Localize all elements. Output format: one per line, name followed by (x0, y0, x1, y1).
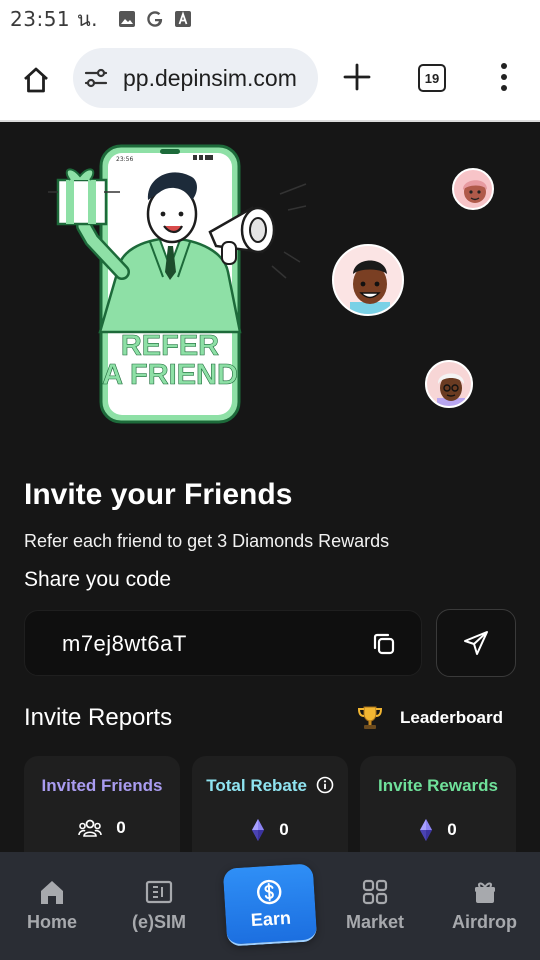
phone-time: 23:56 (116, 156, 133, 163)
nav-label-airdrop: Airdrop (452, 912, 517, 932)
overflow-menu-button[interactable] (494, 60, 514, 94)
menu-dot (501, 85, 507, 91)
copy-icon (373, 633, 395, 655)
address-bar[interactable]: pp.depinsim.com (73, 48, 318, 108)
nav-item-home[interactable]: Home (27, 878, 77, 933)
gift-icon (474, 882, 495, 903)
browser-home-button[interactable] (18, 62, 54, 98)
tab-count: 19 (424, 70, 440, 86)
nav-label-earn: Earn (250, 907, 292, 930)
friend-avatar-2 (332, 244, 404, 316)
refer-banner-line2: A FRIEND (102, 359, 238, 391)
status-icons (118, 10, 192, 28)
total-rebate-label: Total Rebate (192, 776, 348, 796)
grid-icon (362, 879, 388, 905)
invite-rewards-value: 0 (447, 820, 457, 839)
send-icon (464, 631, 488, 655)
people-icon (78, 819, 103, 837)
total-rebate-value: 0 (279, 820, 289, 839)
nav-item-market[interactable]: Market (346, 878, 404, 933)
total-rebate-card: Total Rebate 0 (192, 756, 348, 866)
info-icon[interactable] (316, 776, 334, 794)
google-icon (146, 10, 164, 28)
friend-avatar-3 (425, 360, 473, 408)
invite-reports-title: Invite Reports (24, 704, 173, 731)
share-code-button[interactable] (436, 609, 516, 677)
home-icon (41, 881, 63, 904)
menu-dot (501, 74, 507, 80)
status-bar: 23:51 น. (0, 0, 540, 38)
nav-label-esim: (e)SIM (132, 912, 186, 932)
url-text[interactable]: pp.depinsim.com (123, 65, 297, 92)
refer-illustration: 23:56 REFER A FRIEND (0, 122, 540, 452)
leaderboard-link[interactable]: Leaderboard (356, 705, 503, 731)
referral-code-box: m7ej8wt6aT (24, 610, 422, 676)
trophy-icon (357, 706, 383, 729)
nav-item-esim[interactable]: (e)SIM (132, 878, 186, 933)
invited-friends-label: Invited Friends (41, 776, 163, 795)
home-icon (24, 67, 48, 93)
invite-rewards-label: Invite Rewards (378, 776, 498, 795)
invite-subtitle: Refer each friend to get 3 Diamonds Rewa… (24, 531, 390, 551)
new-tab-button[interactable] (340, 60, 374, 94)
refer-page: 23:56 REFER A FRIEND Invite your Friends… (0, 122, 540, 866)
invite-rewards-card: Invite Rewards 0 (360, 756, 516, 866)
invited-friends-card: Invited Friends 0 (24, 756, 180, 866)
dollar-coin-icon (256, 879, 282, 904)
friend-avatar-1 (452, 168, 494, 210)
bottom-navigation: Home (e)SIM Earn Market Airdrop (0, 852, 540, 960)
copy-code-button[interactable] (371, 631, 397, 657)
refer-banner-line1: REFER (121, 330, 219, 362)
sim-icon (145, 880, 173, 904)
tab-switcher-button[interactable]: 19 (418, 64, 446, 92)
nav-label-market: Market (346, 912, 405, 932)
diamond-icon (420, 819, 433, 841)
translate-icon (174, 10, 192, 28)
diamond-icon (252, 819, 265, 841)
share-code-label: Share you code (24, 568, 172, 591)
nav-item-airdrop[interactable]: Airdrop (452, 878, 517, 933)
new-tab-icon (343, 63, 371, 91)
gallery-icon (118, 10, 136, 28)
status-time: 23:51 น. (10, 7, 99, 31)
leaderboard-label[interactable]: Leaderboard (400, 708, 503, 728)
menu-dot (501, 63, 507, 69)
nav-label-home: Home (27, 912, 78, 932)
site-settings-icon[interactable] (83, 66, 109, 90)
referral-code: m7ej8wt6aT (62, 631, 187, 656)
nav-item-earn[interactable]: Earn (222, 863, 318, 947)
browser-toolbar: pp.depinsim.com 19 (0, 38, 540, 122)
invited-friends-value: 0 (116, 818, 126, 837)
invite-title: Invite your Friends (24, 478, 293, 511)
